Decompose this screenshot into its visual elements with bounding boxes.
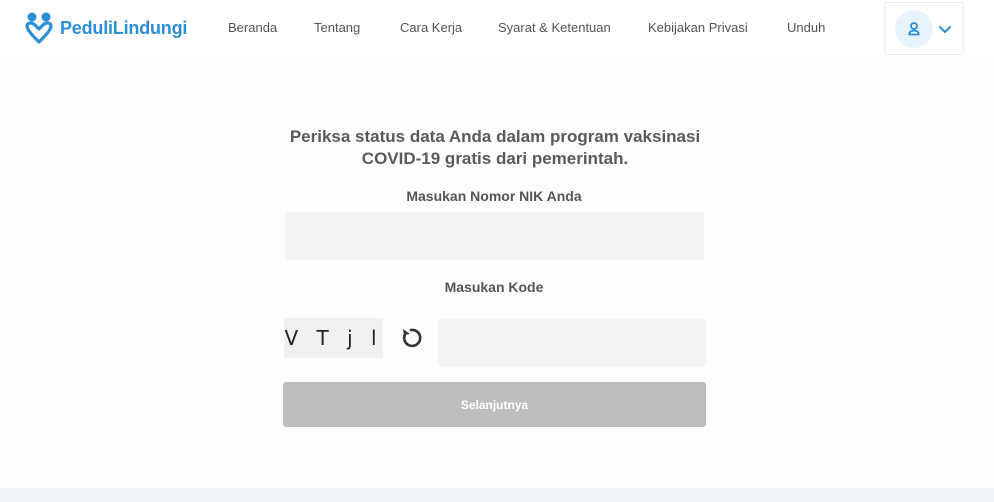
nik-label: Masukan Nomor NIK Anda <box>406 188 582 204</box>
refresh-icon <box>402 328 422 348</box>
nav-unduh[interactable]: Unduh <box>787 20 825 35</box>
captcha-image: V T j l <box>284 318 383 358</box>
account-menu-button[interactable] <box>884 2 964 55</box>
main-nav: Beranda Tentang Cara Kerja Syarat & Kete… <box>0 0 994 58</box>
nav-tentang[interactable]: Tentang <box>314 20 360 35</box>
page-title-line-2: COVID-19 gratis dari pemerintah. <box>361 149 629 168</box>
captcha-code-input[interactable] <box>438 319 706 367</box>
nav-cara-kerja[interactable]: Cara Kerja <box>400 20 462 35</box>
page-title-line-1: Periksa status data Anda dalam program v… <box>289 127 701 146</box>
user-icon <box>908 22 920 36</box>
code-label: Masukan Kode <box>444 279 544 295</box>
nav-syarat-ketentuan[interactable]: Syarat & Ketentuan <box>498 20 611 35</box>
avatar <box>895 10 933 48</box>
next-button[interactable]: Selanjutnya <box>283 382 706 427</box>
captcha-text: V T j l <box>284 326 383 350</box>
top-navbar: PeduliLindungi Beranda Tentang Cara Kerj… <box>0 0 994 58</box>
chevron-down-icon <box>939 26 951 33</box>
nik-input[interactable] <box>285 212 704 260</box>
nav-beranda[interactable]: Beranda <box>228 20 277 35</box>
refresh-captcha-button[interactable] <box>397 324 425 352</box>
nav-kebijakan-privasi[interactable]: Kebijakan Privasi <box>648 20 748 35</box>
footer-band <box>0 488 994 502</box>
page-title: Periksa status data Anda dalam program v… <box>247 126 743 170</box>
